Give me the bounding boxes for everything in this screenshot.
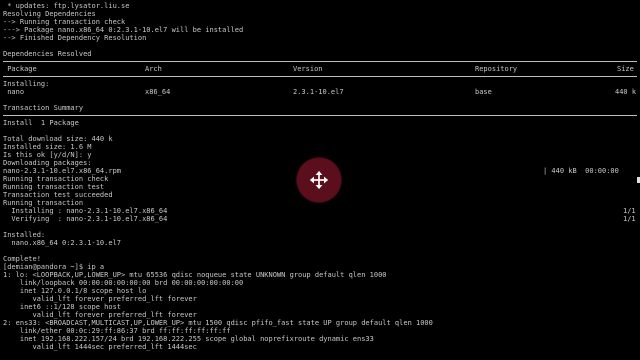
ip-output-line: link/ether 00:0c:29:ff:86:37 brd ff:ff:f…	[3, 327, 231, 335]
package-repo: base	[475, 88, 492, 96]
download-file: nano-2.3.1-10.el7.x86_64.rpm	[3, 167, 122, 175]
shell-prompt[interactable]: [demian@pandora ~]$ ip a	[3, 263, 637, 271]
package-size: 440 k	[615, 88, 637, 96]
terminal-line: --> Finished Dependency Resolution	[3, 34, 147, 42]
complete-message: Complete!	[3, 255, 41, 263]
terminal-line: * updates: ftp.lysator.liu.se	[3, 2, 130, 10]
separator-line	[3, 115, 637, 116]
download-progress: | 440 kB 00:00:00	[543, 167, 619, 175]
header-arch: Arch	[145, 65, 162, 73]
ip-output-line: link/loopback 00:00:00:00:00:00 brd 00:0…	[3, 279, 244, 287]
ip-output-line: inet 192.168.222.157/24 brd 192.168.222.…	[3, 335, 374, 343]
ip-output-line: inet 127.0.0.1/8 scope host lo	[3, 287, 147, 295]
package-name: nano	[3, 88, 25, 96]
installing-label: Installing:	[3, 80, 50, 88]
ip-output-line: inet6 ::1/128 scope host	[3, 303, 122, 311]
package-version: 2.3.1-10.el7	[293, 88, 344, 96]
terminal-line: ---> Package nano.x86_64 0:2.3.1-10.el7 …	[3, 26, 244, 34]
install-step-text: Verifying : nano-2.3.1-10.el7.x86_64	[3, 215, 168, 223]
install-step-count: 1/1	[623, 207, 636, 215]
separator-line	[3, 76, 637, 77]
table-header-row: Package Arch Version Repository Size	[3, 65, 637, 73]
installed-package: nano.x86_64 0:2.3.1-10.el7	[3, 239, 122, 247]
install-step: Verifying : nano-2.3.1-10.el7.x86_64 1/1	[3, 215, 637, 223]
install-summary: Install 1 Package	[3, 119, 79, 127]
separator-line	[3, 61, 637, 62]
ip-output-line: 2: ens33: <BROADCAST,MULTICAST,UP,LOWER_…	[3, 319, 433, 327]
ip-output-line: 1: lo: <LOOPBACK,UP,LOWER_UP> mtu 65536 …	[3, 271, 387, 279]
ip-output-line: valid_lft forever preferred_lft forever	[3, 295, 197, 303]
install-step-text: Installing : nano-2.3.1-10.el7.x86_64	[3, 207, 168, 215]
terminal-line: Dependencies Resolved	[3, 50, 92, 58]
install-step: Installing : nano-2.3.1-10.el7.x86_64 1/…	[3, 207, 637, 215]
terminal-line: --> Running transaction check	[3, 18, 126, 26]
terminal-line: Total download size: 440 k	[3, 135, 113, 143]
package-arch: x86_64	[145, 88, 171, 96]
header-repository: Repository	[475, 65, 518, 73]
header-size: Size	[617, 65, 634, 73]
transaction-summary-title: Transaction Summary	[3, 104, 84, 112]
header-version: Version	[293, 65, 323, 73]
move-cursor-icon	[309, 170, 329, 190]
header-package: Package	[3, 65, 37, 73]
move-cursor-overlay	[297, 158, 341, 202]
ip-output-line: valid_lft forever preferred_lft forever	[3, 311, 197, 319]
installed-label: Installed:	[3, 231, 46, 239]
install-step-count: 1/1	[623, 215, 636, 223]
terminal-line: Installed size: 1.6 M	[3, 143, 92, 151]
ip-output-line: valid_lft 1444sec preferred_lft 1444sec	[3, 343, 197, 351]
terminal-line: Resolving Dependencies	[3, 10, 96, 18]
package-row: nano x86_64 2.3.1-10.el7 base 440 k	[3, 88, 637, 96]
